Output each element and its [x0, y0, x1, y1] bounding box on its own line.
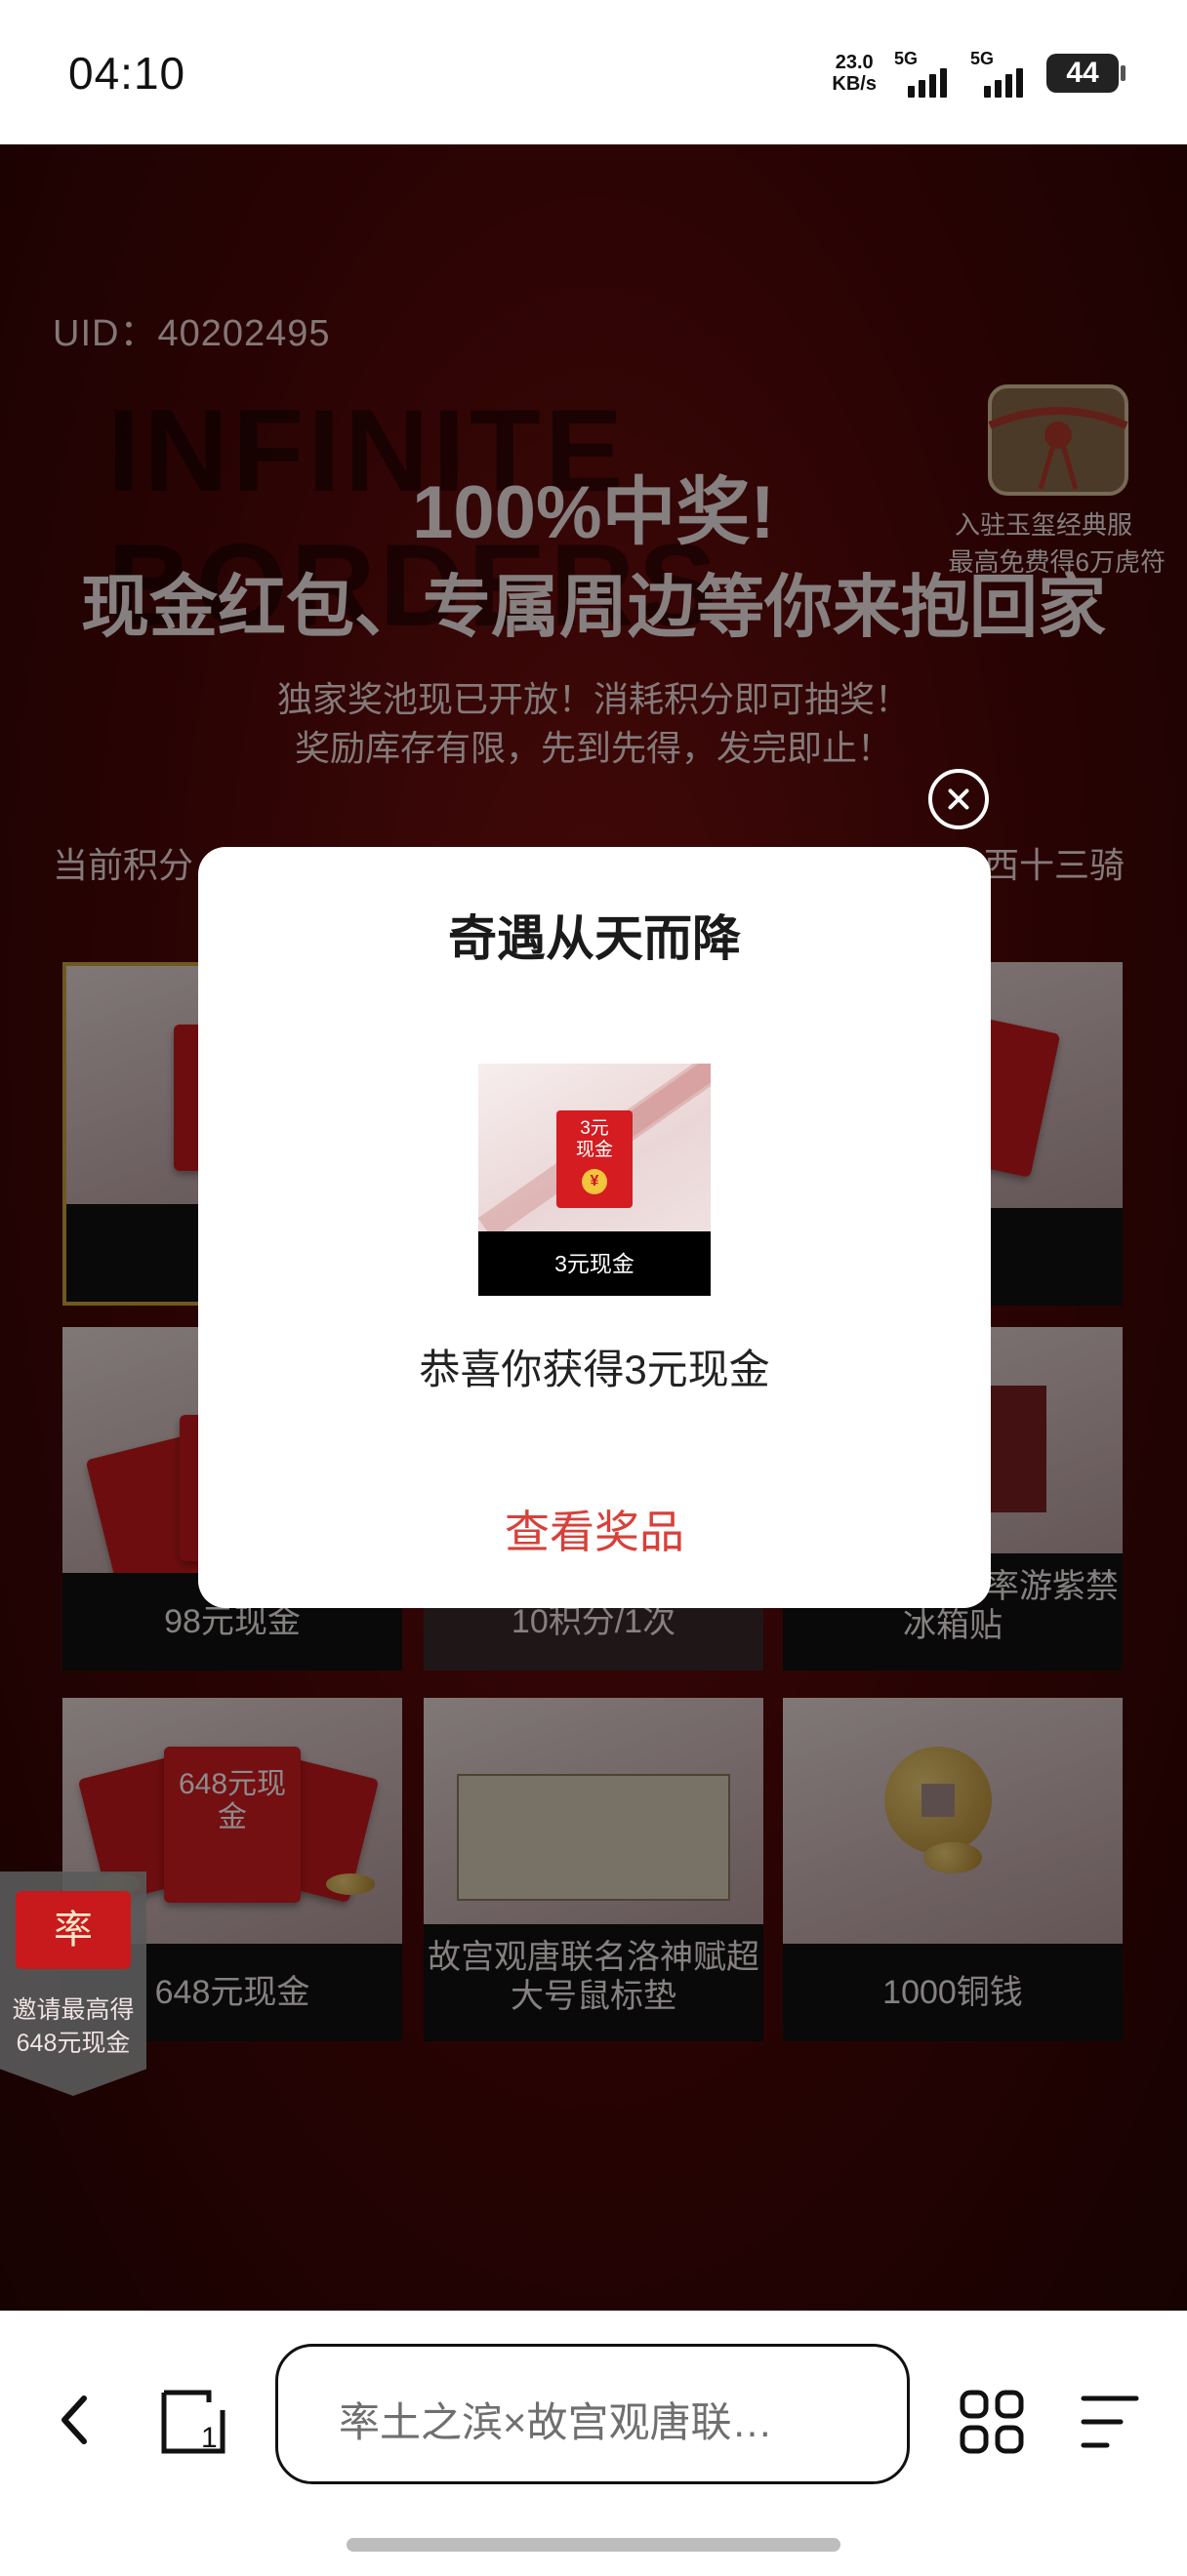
signal-icon: 5G [894, 49, 953, 98]
web-content: INFINITE BORDERS UID：40202495 入驻玉玺经典服 最高… [0, 144, 1187, 2311]
apps-grid-icon[interactable] [959, 2389, 1025, 2455]
invite-text: 邀请最高得 [12, 1996, 135, 2024]
view-prize-button[interactable]: 查看奖品 [198, 1497, 991, 1561]
signal-label: 5G [894, 49, 919, 68]
tabs-button[interactable]: 1 [160, 2389, 226, 2455]
network-speed: 23.0 KB/s [832, 52, 877, 95]
invite-envelope-icon: 率 [16, 1891, 131, 1969]
browser-toolbar: 1 率土之滨×故宫观唐联… [0, 2311, 1187, 2576]
invite-badge[interactable]: 率 邀请最高得 648元现金 [0, 1872, 146, 2096]
invite-text: 648元现金 [16, 2030, 131, 2057]
red-envelope-icon: 3元 现金 ¥ [556, 1110, 633, 1208]
home-indicator[interactable] [347, 2538, 840, 2552]
status-icons: 23.0 KB/s 5G 5G 44 [832, 49, 1126, 98]
reward-modal: 奇遇从天而降 3元 现金 ¥ 3元现金 恭喜你获得3元现金 查看奖品 [198, 847, 991, 1608]
signal-icon: 5G [970, 49, 1029, 98]
url-text: 率土之滨×故宫观唐联… [339, 2399, 773, 2445]
status-bar: 04:10 23.0 KB/s 5G 5G 44 [0, 0, 1187, 144]
battery-icon: 44 [1046, 54, 1126, 93]
net-speed-unit: KB/s [832, 73, 877, 95]
prize-envelope-text: 3元 [580, 1118, 609, 1139]
signal-label: 5G [970, 49, 995, 68]
prize-card: 3元 现金 ¥ 3元现金 [478, 1064, 711, 1296]
menu-icon[interactable] [1080, 2393, 1140, 2451]
net-speed-value: 23.0 [835, 52, 874, 73]
prize-envelope-text: 现金 [575, 1140, 613, 1160]
status-time: 04:10 [68, 48, 186, 99]
close-button[interactable] [928, 769, 989, 829]
modal-message: 恭喜你获得3元现金 [419, 1347, 770, 1392]
modal-title: 奇遇从天而降 [448, 911, 741, 966]
back-button[interactable] [55, 2391, 94, 2449]
tab-count: 1 [201, 2422, 218, 2454]
yuan-icon: ¥ [582, 1169, 607, 1194]
prize-card-caption: 3元现金 [478, 1231, 711, 1296]
address-bar[interactable]: 率土之滨×故宫观唐联… [275, 2344, 910, 2484]
